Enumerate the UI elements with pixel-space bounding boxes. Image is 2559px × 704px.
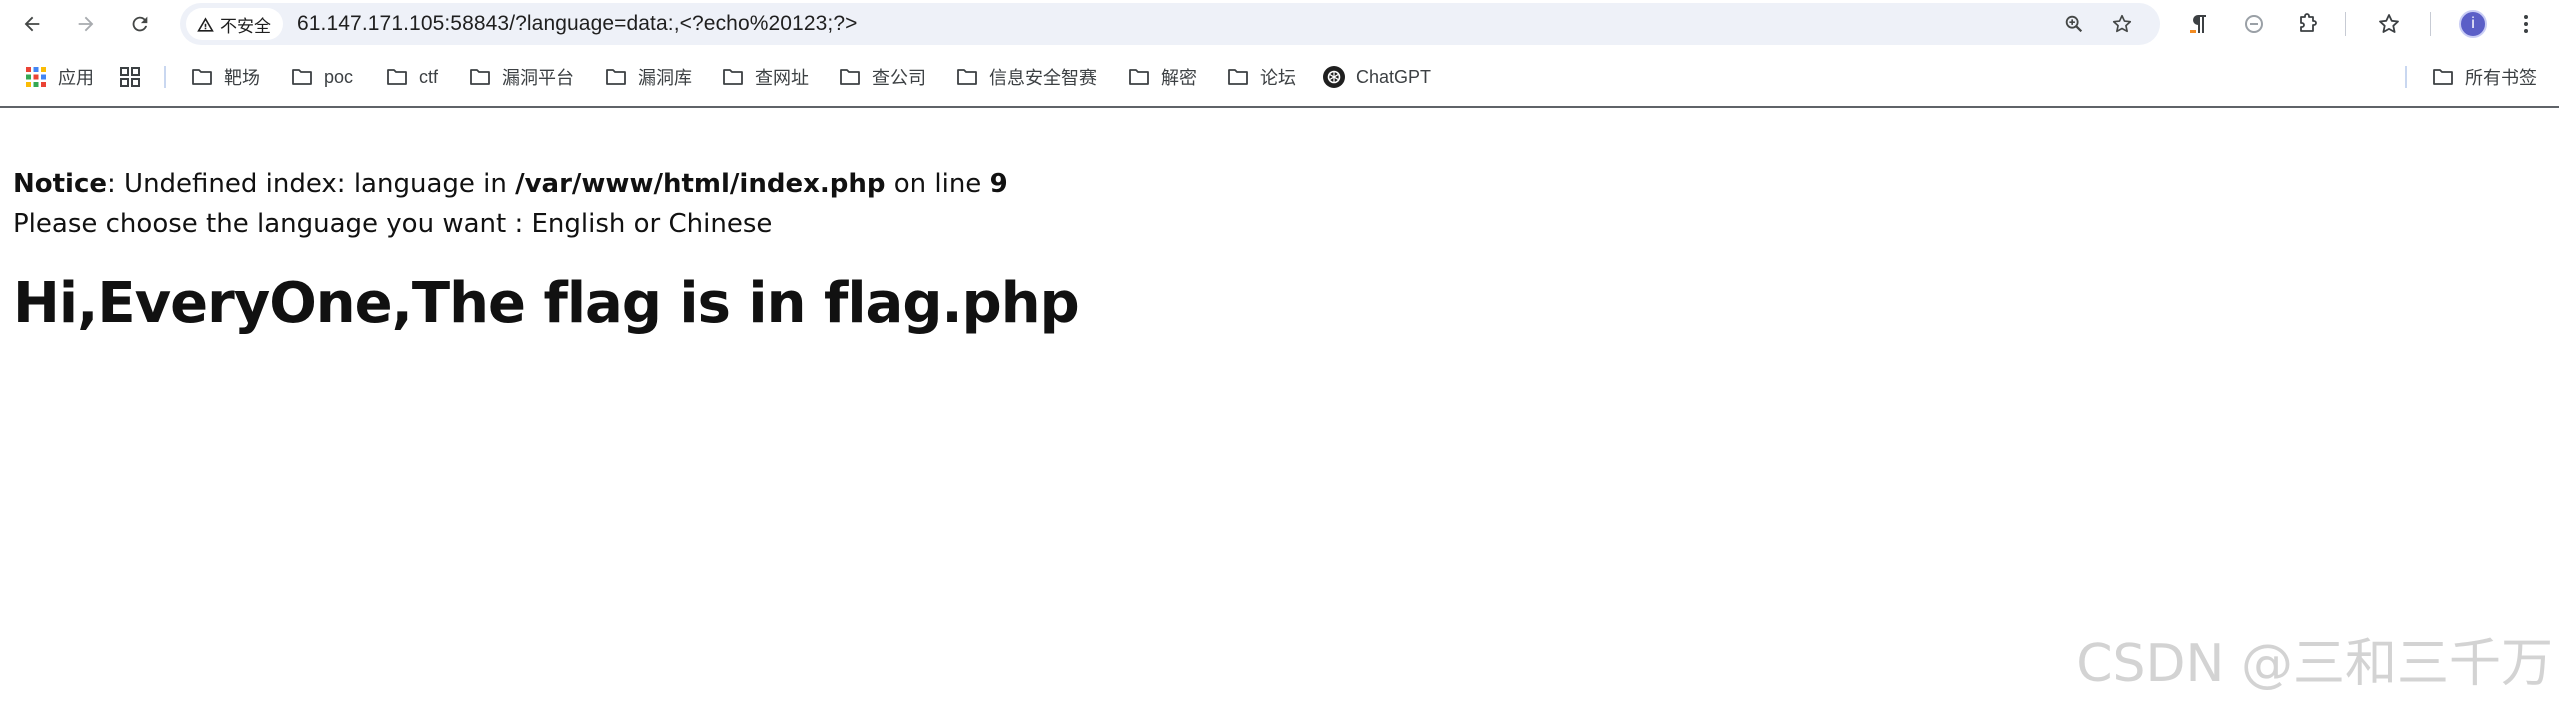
minus-circle-icon xyxy=(2245,15,2263,33)
reload-icon xyxy=(132,16,148,32)
address-bar[interactable]: 不安全 61.147.171.105:58843/?language=data:… xyxy=(180,3,2160,45)
folder-icon xyxy=(723,69,743,85)
notice-text: : Undefined index: language in xyxy=(107,169,516,199)
extensions-button[interactable] xyxy=(2290,6,2326,42)
warning-icon xyxy=(197,16,214,32)
pilcrow-icon xyxy=(2190,15,2206,33)
back-button[interactable] xyxy=(14,6,50,42)
php-notice: Notice: Undefined index: language in /va… xyxy=(13,164,2513,204)
zoom-in-icon xyxy=(2065,15,2083,33)
puzzle-icon xyxy=(2300,13,2317,32)
bookmark-folder-vuln-db[interactable]: 漏洞库 xyxy=(604,62,692,92)
bookmark-folder-poc[interactable]: poc xyxy=(290,62,353,92)
bookmark-label: 论坛 xyxy=(1260,68,1296,88)
browser-toolbar: 不安全 61.147.171.105:58843/?language=data:… xyxy=(0,0,2559,48)
notice-file-path: /var/www/html/index.php xyxy=(515,169,886,199)
csdn-watermark: CSDN @三和三千万 xyxy=(2076,634,2553,694)
folder-icon xyxy=(470,69,490,85)
url-text[interactable]: 61.147.171.105:58843/?language=data:,<?e… xyxy=(297,12,857,36)
notice-label: Notice xyxy=(13,169,108,199)
arrow-left-icon xyxy=(24,16,40,32)
bookmark-folder-lookup-company[interactable]: 查公司 xyxy=(838,62,926,92)
security-indicator[interactable]: 不安全 xyxy=(186,8,283,40)
toolbar-divider xyxy=(2345,12,2346,36)
bookmark-label: 信息安全智赛 xyxy=(989,68,1097,88)
zoom-button[interactable] xyxy=(2058,8,2090,40)
bookmark-folder-infosec-contest[interactable]: 信息安全智赛 xyxy=(955,62,1097,92)
apps-grid-icon xyxy=(26,67,46,87)
bookmark-label: 查公司 xyxy=(872,68,926,88)
bookmark-apps[interactable]: 应用 xyxy=(24,62,94,92)
chatgpt-icon xyxy=(1323,66,1345,88)
menu-button[interactable] xyxy=(2508,6,2544,42)
bookmarks-bar: 应用 靶场 poc ctf 漏洞平台 漏洞库 查网址 查公司 信息安全智赛 解密 xyxy=(0,48,2559,108)
folder-icon xyxy=(1129,69,1149,85)
page-content: Notice: Undefined index: language in /va… xyxy=(13,164,2513,340)
star-list-icon xyxy=(2379,14,2399,33)
tab-groups-icon xyxy=(120,67,140,87)
notice-line-number: 9 xyxy=(989,169,1008,199)
bookmark-folder-vuln-platform[interactable]: 漏洞平台 xyxy=(468,62,574,92)
star-outline-icon xyxy=(2112,14,2132,33)
folder-icon xyxy=(957,69,977,85)
arrow-right-icon xyxy=(78,16,94,32)
favorites-button[interactable] xyxy=(2371,6,2407,42)
bookmark-label: 解密 xyxy=(1161,68,1197,88)
folder-icon xyxy=(840,69,860,85)
all-bookmarks-button[interactable]: 所有书签 xyxy=(2431,62,2537,92)
folder-icon xyxy=(387,69,407,85)
page-headline: Hi,EveryOne,The flag is in flag.php xyxy=(13,271,1080,336)
bookmark-label: ChatGPT xyxy=(1356,66,1432,87)
bookmark-divider xyxy=(164,66,166,88)
folder-icon xyxy=(606,69,626,85)
folder-icon xyxy=(192,69,212,85)
folder-icon xyxy=(292,69,312,85)
bookmark-divider xyxy=(2405,66,2407,88)
reload-button[interactable] xyxy=(122,6,158,42)
all-bookmarks-label: 所有书签 xyxy=(2465,68,2537,88)
bookmark-label: 漏洞库 xyxy=(638,68,692,88)
security-label: 不安全 xyxy=(220,16,271,36)
bookmark-label: ctf xyxy=(419,66,439,87)
bookmark-tab-groups[interactable] xyxy=(118,62,142,92)
bookmark-folder-decrypt[interactable]: 解密 xyxy=(1127,62,1197,92)
kebab-menu-icon xyxy=(2524,15,2528,33)
folder-icon xyxy=(1228,69,1248,85)
extension-pilcrow-button[interactable] xyxy=(2181,6,2217,42)
profile-avatar[interactable]: i xyxy=(2459,10,2487,38)
bookmark-label: 查网址 xyxy=(755,68,809,88)
notice-text-line: on line xyxy=(885,169,990,199)
bookmark-label: 靶场 xyxy=(224,68,260,88)
toolbar-divider xyxy=(2430,12,2431,36)
bookmark-folder-lookup-site[interactable]: 查网址 xyxy=(721,62,809,92)
language-prompt: Please choose the language you want : En… xyxy=(13,209,773,239)
bookmark-star-button[interactable] xyxy=(2106,8,2138,40)
bookmark-chatgpt[interactable]: ChatGPT xyxy=(1322,62,1431,92)
bookmark-label: 漏洞平台 xyxy=(502,68,574,88)
bookmark-label: poc xyxy=(324,66,354,87)
bookmark-folder-ctf[interactable]: ctf xyxy=(385,62,438,92)
extension-block-button[interactable] xyxy=(2236,6,2272,42)
bookmark-folder-forum[interactable]: 论坛 xyxy=(1226,62,1296,92)
bookmark-label: 应用 xyxy=(58,68,94,88)
forward-button[interactable] xyxy=(68,6,104,42)
bookmark-folder-range[interactable]: 靶场 xyxy=(190,62,260,92)
folder-icon xyxy=(2433,69,2453,85)
